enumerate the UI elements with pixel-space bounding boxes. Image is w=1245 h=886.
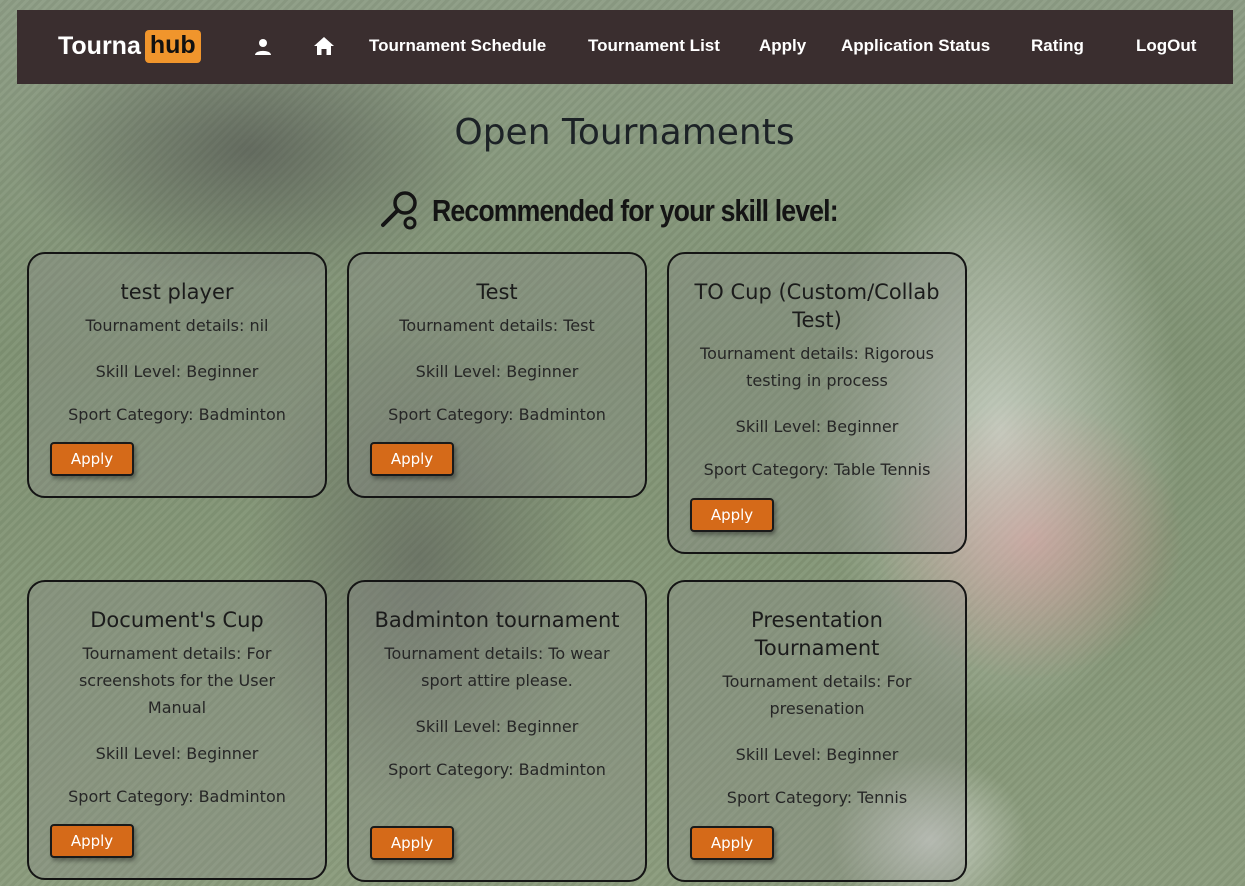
recommended-heading: Recommended for your skill level: [380,188,904,234]
skill-level: Skill Level: Beginner [415,717,579,736]
tournament-details: Tournament details: To wear sport attire… [384,644,610,690]
tournament-details: Tournament details: Rigorous testing in … [700,344,934,390]
nav-logout[interactable]: LogOut [1136,36,1196,56]
home-icon[interactable] [313,36,334,56]
person-icon[interactable] [253,37,273,57]
tournament-card: Badminton tournament Tournament details:… [347,580,647,882]
tournament-card: Presentation Tournament Tournament detai… [667,580,967,882]
tournament-details: Tournament details: Test [399,316,595,335]
nav-tournament-list[interactable]: Tournament List [588,36,720,56]
tournament-title: test player [120,280,234,304]
apply-button[interactable]: Apply [690,826,774,860]
tournament-card: Document's Cup Tournament details: For s… [27,580,327,880]
nav-apply[interactable]: Apply [759,36,806,56]
tournament-card: TO Cup (Custom/Collab Test) Tournament d… [667,252,967,554]
tournament-details: Tournament details: For presenation [722,672,912,718]
tournament-details: Tournament details: For screenshots for … [78,644,276,717]
apply-button[interactable]: Apply [50,824,134,858]
tournament-title: Badminton tournament [374,608,620,632]
sport-category: Sport Category: Badminton [388,760,606,779]
recommended-heading-text: Recommended for your skill level: [432,193,839,228]
sport-category: Sport Category: Tennis [726,788,908,807]
tournament-card: test player Tournament details: nil Skil… [27,252,327,498]
sport-category: Sport Category: Badminton [68,405,286,424]
tournament-details: Tournament details: nil [85,316,269,335]
nav-rating[interactable]: Rating [1031,36,1084,56]
tournahub-logo[interactable]: Tourna hub [58,30,201,63]
apply-button[interactable]: Apply [370,442,454,476]
apply-button[interactable]: Apply [370,826,454,860]
logo-text-primary: Tourna [58,32,141,60]
apply-button[interactable]: Apply [50,442,134,476]
sport-category: Sport Category: Badminton [388,405,606,424]
apply-button[interactable]: Apply [690,498,774,532]
top-navbar: Tourna hub Tournament Schedule Tournamen… [17,10,1233,84]
skill-level: Skill Level: Beginner [95,362,259,381]
skill-level: Skill Level: Beginner [95,744,259,763]
tournament-card: Test Tournament details: Test Skill Leve… [347,252,647,498]
sport-category: Sport Category: Badminton [68,787,286,806]
tournament-title: Document's Cup [90,608,264,632]
tournament-title: Test [476,280,518,304]
racket-icon [380,188,422,234]
page-title: Open Tournaments [454,112,795,153]
nav-application-status[interactable]: Application Status [841,36,990,56]
skill-level: Skill Level: Beginner [735,745,899,764]
logo-text-accent: hub [144,30,201,63]
nav-tournament-schedule[interactable]: Tournament Schedule [369,36,546,56]
tournament-title: Presentation Tournament [751,608,883,660]
skill-level: Skill Level: Beginner [415,362,579,381]
sport-category: Sport Category: Table Tennis [703,460,931,479]
tournament-title: TO Cup (Custom/Collab Test) [694,280,940,332]
skill-level: Skill Level: Beginner [735,417,899,436]
